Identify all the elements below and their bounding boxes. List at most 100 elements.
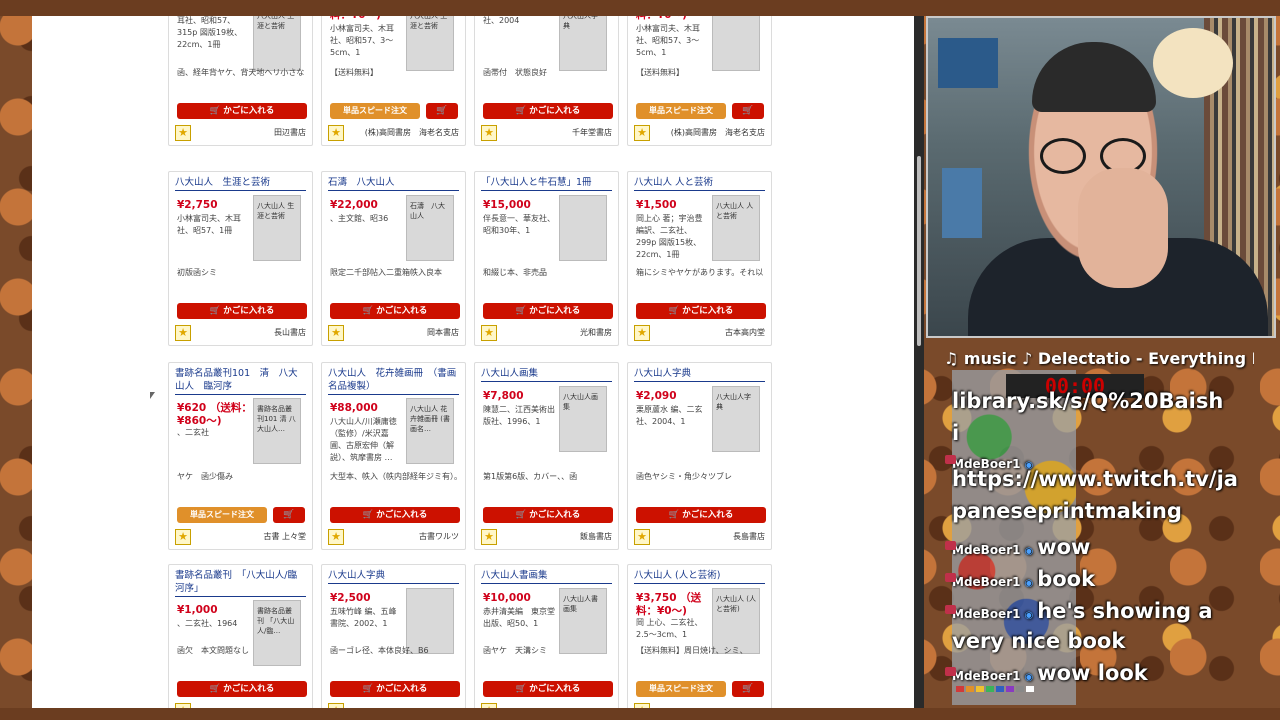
cart-icon-button[interactable]: 🛒 [732,681,764,697]
product-title[interactable]: 書跡名品叢刊101 清 八大山人 臨河序 [175,367,306,395]
shop-name[interactable]: 田辺書店 [274,127,306,139]
add-to-cart-button[interactable]: 🛒 かごに入れる [330,507,460,523]
favorite-star-icon[interactable]: ★ [175,529,191,545]
product-title[interactable]: 八大山人 (人と芸術) [634,569,765,584]
shop-name[interactable]: 飯島書店 [580,531,612,543]
product-thumbnail[interactable]: 八大山人 人と芸術 [712,195,760,261]
product-title[interactable]: 八大山人字典 [634,367,765,382]
favorite-star-icon[interactable]: ★ [328,529,344,545]
product-card[interactable]: 小林富司夫 著、木耳社、昭和57、315p 図版19枚、22cm、1冊八大山人 … [168,16,313,146]
favorite-star-icon[interactable]: ★ [481,529,497,545]
add-to-cart-button[interactable]: 🛒 かごに入れる [483,303,613,319]
add-to-cart-button[interactable]: 🛒 かごに入れる [636,303,766,319]
chat-username[interactable]: MdeBoer1 [952,607,1020,621]
product-card[interactable]: 八大山人 生涯と芸術 ¥2,750 小林富司夫、木耳社、昭57、1冊 八大山人 生涯と… [168,171,313,346]
product-thumbnail[interactable]: 八大山人 生涯と芸術 [406,16,454,71]
product-card[interactable]: 八大山人書画集 ¥10,000 赤井清美編 東京堂出版、昭50、1 八大山人書画集 函ヤ… [474,564,619,708]
cart-icon-button[interactable]: 🛒 [732,103,764,119]
shop-name[interactable]: 長島書店 [733,531,765,543]
speed-order-button[interactable]: 単品スピード注文 [177,507,267,523]
shop-name[interactable]: 光和書房 [580,327,612,339]
favorite-star-icon[interactable]: ★ [634,125,650,141]
add-to-cart-button[interactable]: 🛒 かごに入れる [177,681,307,697]
product-card[interactable]: 書跡名品叢刊101 清 八大山人 臨河序 ¥620 （送料：¥860〜) 、二玄社 書… [168,362,313,550]
add-to-cart-button[interactable]: 🛒 かごに入れる [177,103,307,119]
product-card[interactable]: 栗原意水編、二玄社、2004 八大山人字典函帯付 状態良好 🛒 かごに入れる ★ 千年堂… [474,16,619,146]
product-card[interactable]: 料：¥0〜) 小林富司夫、木耳社、昭和57、3〜5cm、1 八大山人 生涯と芸術【送… [321,16,466,146]
shop-name[interactable]: (株)高岡書房 海老名支店 [365,127,459,139]
product-card[interactable]: 「八大山人と牛石慧」1冊 ¥15,000 伴長意一、華友社、昭和30年、1 和綴じ本、… [474,171,619,346]
product-condition-note: 大型本、帙入（帙内部経年ジミ有）。解題入。天紐外函付（外… [330,472,457,481]
favorite-star-icon[interactable]: ★ [481,703,497,708]
favorite-star-icon[interactable]: ★ [634,703,650,708]
product-thumbnail[interactable]: 八大山人画集 [559,386,607,452]
product-card[interactable]: 石濤 八大山人 ¥22,000 、主文館、昭36 石濤 八大山人 限定二千部帖入二重箱帙… [321,171,466,346]
product-thumbnail[interactable] [559,195,607,261]
favorite-star-icon[interactable]: ★ [328,703,344,708]
add-to-cart-button[interactable]: 🛒 かごに入れる [177,303,307,319]
favorite-star-icon[interactable]: ★ [175,125,191,141]
product-card[interactable]: 八大山人 (人と芸術) ¥3,750 （送料：¥0〜) 岡 上心、二玄社、2.5〜3… [627,564,772,708]
product-price: ¥2,750 [177,199,218,211]
product-title[interactable]: 八大山人 生涯と芸術 [175,176,306,191]
product-title[interactable]: 八大山人画集 [481,367,612,382]
favorite-star-icon[interactable]: ★ [175,325,191,341]
chat-message: paneseprintmaking [952,499,1182,523]
product-title[interactable]: 八大山人字典 [328,569,459,584]
product-card[interactable]: 八大山人 人と芸術 ¥1,500 岡上心 著；宇治豊編訳、二玄社、299p 図版15… [627,171,772,346]
product-title[interactable]: 石濤 八大山人 [328,176,459,191]
add-to-cart-button[interactable]: 🛒 かごに入れる [330,681,460,697]
shop-name[interactable]: 千年堂書店 [572,127,612,139]
cart-button-label: かごに入れる [376,306,428,316]
add-to-cart-button[interactable]: 🛒 かごに入れる [330,303,460,319]
product-card[interactable]: 料：¥0〜) 小林富司夫、木耳社、昭和57、3〜5cm、1 【送料無料】単品スピード… [627,16,772,146]
product-card[interactable]: 八大山人 花卉雑画冊 （書画名品複製） ¥88,000 八大山人/川瀬庸徳（監修）/… [321,362,466,550]
product-thumbnail[interactable] [712,16,760,71]
product-title[interactable]: 八大山人書画集 [481,569,612,584]
product-thumbnail[interactable]: 八大山人 生涯と芸術 [253,16,301,71]
product-title[interactable]: 「八大山人と牛石慧」1冊 [481,176,612,191]
favorite-star-icon[interactable]: ★ [634,325,650,341]
product-thumbnail[interactable]: 八大山人 生涯と芸術 [253,195,301,261]
page-scrollbar[interactable] [914,16,924,708]
add-to-cart-button[interactable]: 🛒 かごに入れる [483,681,613,697]
add-to-cart-button[interactable]: 🛒 かごに入れる [483,103,613,119]
scrollbar-thumb[interactable] [917,156,921,346]
shop-name[interactable]: 古書ワルツ [419,531,459,543]
cart-icon-button[interactable]: 🛒 [273,507,305,523]
chat-username[interactable]: MdeBoer1 [952,575,1020,589]
speed-order-button[interactable]: 単品スピード注文 [636,103,726,119]
favorite-star-icon[interactable]: ★ [328,325,344,341]
favorite-star-icon[interactable]: ★ [481,325,497,341]
product-title[interactable]: 書跡名品叢刊 「八大山人/臨河序」 [175,569,306,597]
favorite-star-icon[interactable]: ★ [175,703,191,708]
wall-poster [942,168,982,238]
favorite-star-icon[interactable]: ★ [481,125,497,141]
product-title[interactable]: 八大山人 花卉雑画冊 （書画名品複製） [328,367,459,395]
product-card[interactable]: 八大山人字典 ¥2,500 五味竹峰 編、五峰書院、2002、1 函ーゴレ径、本体良好… [321,564,466,708]
add-to-cart-button[interactable]: 🛒 かごに入れる [636,507,766,523]
shop-name[interactable]: 古書 上々堂 [263,531,306,543]
shop-name[interactable]: 古本高内堂 [725,327,765,339]
product-thumbnail[interactable]: 八大山人字典 [712,386,760,452]
product-thumbnail[interactable]: 八大山人字典 [559,16,607,71]
product-thumbnail[interactable]: 八大山人 花卉雑画冊 (書画名… [406,398,454,464]
favorite-star-icon[interactable]: ★ [634,529,650,545]
product-thumbnail[interactable]: 石濤 八大山人 [406,195,454,261]
product-card[interactable]: 書跡名品叢刊 「八大山人/臨河序」 ¥1,000 、二玄社、1964 書跡名品叢刊 「… [168,564,313,708]
product-card[interactable]: 八大山人画集 ¥7,800 陳慧二、江西美術出版社、1996、1 八大山人画集 第1版第… [474,362,619,550]
product-thumbnail[interactable]: 書跡名品叢刊101 清 八大山人… [253,398,301,464]
product-title[interactable]: 八大山人 人と芸術 [634,176,765,191]
favorite-star-icon[interactable]: ★ [328,125,344,141]
cart-icon-button[interactable]: 🛒 [426,103,458,119]
speed-order-button[interactable]: 単品スピード注文 [636,681,726,697]
product-card[interactable]: 八大山人字典 ¥2,090 栗原蘆水 編、二玄社、2004、1 八大山人字典 函色ヤシミ… [627,362,772,550]
shop-name[interactable]: 岡本書店 [427,327,459,339]
chat-username[interactable]: MdeBoer1 [952,543,1020,557]
add-to-cart-button[interactable]: 🛒 かごに入れる [483,507,613,523]
speed-order-button[interactable]: 単品スピード注文 [330,103,420,119]
chat-username[interactable]: MdeBoer1 [952,669,1020,683]
cart-button-label: かごに入れる [529,510,581,520]
shop-name[interactable]: 長山書店 [274,327,306,339]
shop-name[interactable]: (株)高岡書房 海老名支店 [671,127,765,139]
